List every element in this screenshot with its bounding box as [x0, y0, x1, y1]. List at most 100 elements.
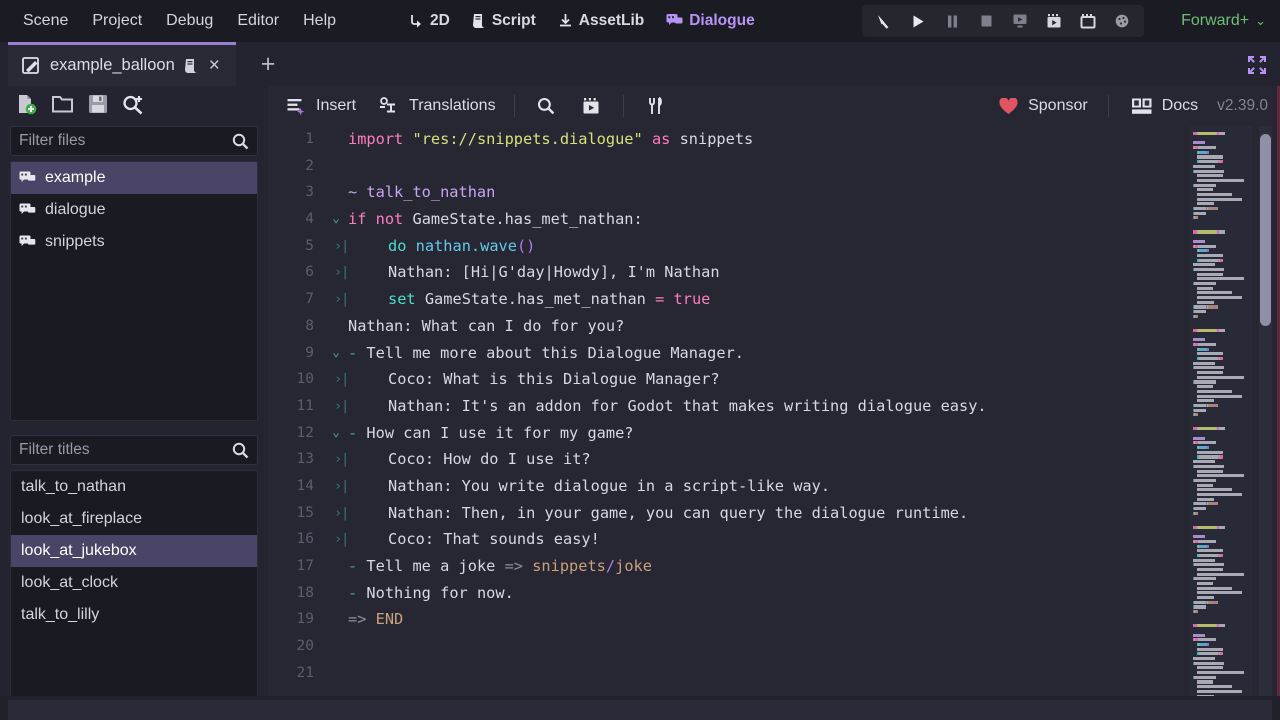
- minimap-line: [1193, 263, 1252, 266]
- search-icon[interactable]: [232, 442, 249, 459]
- menu-item-debug[interactable]: Debug: [155, 7, 224, 35]
- stop-icon[interactable]: [970, 7, 1002, 35]
- title-item-look-at-clock[interactable]: look_at_clock: [11, 567, 257, 599]
- minimap-line: [1197, 671, 1252, 674]
- tab-example-balloon[interactable]: example_balloon ×: [8, 42, 236, 86]
- minimap-line: [1193, 320, 1252, 323]
- titles-filter-field[interactable]: Filter titles: [10, 435, 258, 465]
- title-label: look_at_clock: [21, 574, 118, 592]
- close-icon[interactable]: ×: [207, 56, 222, 75]
- docs-button[interactable]: Docs: [1120, 89, 1207, 123]
- minimap-line: [1197, 352, 1252, 355]
- find-add-icon[interactable]: [122, 94, 144, 115]
- mode-button-script[interactable]: Script: [463, 7, 545, 35]
- editor-scrollbar[interactable]: [1259, 126, 1272, 696]
- file-item-dialogue[interactable]: dialogue: [11, 194, 257, 226]
- line-number: 15: [268, 500, 314, 527]
- title-item-look-at-jukebox[interactable]: look_at_jukebox: [11, 535, 257, 567]
- minimap-line: [1197, 591, 1252, 594]
- pause-icon[interactable]: [936, 7, 968, 35]
- mode-button-dialogue[interactable]: Dialogue: [657, 7, 763, 35]
- renderer-label: Forward+: [1181, 12, 1249, 30]
- movie-writer-icon[interactable]: [1072, 7, 1104, 35]
- files-filter-field[interactable]: Filter files: [10, 126, 258, 156]
- fold-arrow-icon[interactable]: ⌄: [328, 420, 344, 447]
- file-actions-toolbar: [0, 86, 268, 122]
- minimap-line: [1193, 141, 1252, 144]
- left-sidebar: Filter files example dialogue: [0, 86, 268, 696]
- code-minimap[interactable]: [1190, 126, 1252, 696]
- editor-mode-switcher: 2D Script AssetLib Dialogue: [400, 0, 764, 42]
- test-dialogue-button[interactable]: [570, 89, 614, 123]
- minimap-line: [1197, 179, 1252, 182]
- title-label: look_at_fireplace: [21, 510, 142, 528]
- line-number: 14: [268, 473, 314, 500]
- title-item-look-at-fireplace[interactable]: look_at_fireplace: [11, 503, 257, 535]
- file-item-snippets[interactable]: snippets: [11, 226, 257, 258]
- code-text: - Tell me a joke => snippets/joke: [348, 553, 652, 580]
- code-text: - Nothing for now.: [348, 580, 514, 607]
- mode-button-2d[interactable]: 2D: [400, 7, 459, 35]
- title-label: talk_to_lilly: [21, 606, 99, 624]
- menu-item-help[interactable]: Help: [292, 7, 347, 35]
- docs-label: Docs: [1162, 97, 1198, 115]
- menu-item-project[interactable]: Project: [81, 7, 153, 35]
- minimap-line: [1197, 151, 1252, 154]
- version-label: v2.39.0: [1211, 97, 1268, 115]
- search-button[interactable]: [524, 89, 568, 123]
- translations-button[interactable]: Translations: [367, 89, 505, 123]
- renderer-selector[interactable]: Forward+ ⌄: [1181, 0, 1266, 42]
- play-custom-scene-icon[interactable]: [1038, 7, 1070, 35]
- line-number: 18: [268, 580, 314, 607]
- translations-icon: [376, 94, 402, 118]
- toolbar-divider: [1108, 95, 1109, 117]
- file-item-example[interactable]: example: [11, 162, 257, 194]
- titles-filter-placeholder: Filter titles: [19, 441, 232, 459]
- run-project-icon[interactable]: [868, 7, 900, 35]
- search-icon[interactable]: [232, 133, 249, 150]
- code-editor[interactable]: 1import "res://snippets.dialogue" as sni…: [268, 126, 1280, 696]
- menu-item-scene[interactable]: Scene: [12, 7, 79, 35]
- settings-button[interactable]: [633, 89, 677, 123]
- minimap-line: [1197, 348, 1252, 351]
- title-label: talk_to_nathan: [21, 478, 126, 496]
- script-icon[interactable]: [184, 58, 198, 74]
- minimap-line: [1193, 535, 1252, 538]
- add-tab-button[interactable]: +: [250, 42, 286, 86]
- title-item-talk-to-nathan[interactable]: talk_to_nathan: [11, 471, 257, 503]
- minimap-line: [1193, 184, 1252, 187]
- remote-debug-icon[interactable]: [1106, 7, 1138, 35]
- minimap-line: [1193, 620, 1252, 623]
- minimap-line: [1197, 287, 1252, 290]
- play-icon[interactable]: [902, 7, 934, 35]
- code-text: do nathan.wave(): [388, 233, 535, 260]
- minimap-line: [1197, 254, 1252, 257]
- line-number: 6: [268, 259, 314, 286]
- tab-title: example_balloon: [50, 56, 175, 75]
- save-icon[interactable]: [88, 94, 108, 114]
- minimap-line: [1193, 634, 1252, 637]
- menu-item-editor[interactable]: Editor: [226, 7, 290, 35]
- mode-button-assetlib[interactable]: AssetLib: [549, 7, 653, 35]
- scrollbar-thumb[interactable]: [1260, 134, 1271, 326]
- new-file-icon[interactable]: [16, 93, 38, 115]
- minimap-line: [1197, 301, 1252, 304]
- minimap-line: [1193, 338, 1252, 341]
- expand-icon[interactable]: [1244, 52, 1270, 78]
- play-scene-icon[interactable]: [1004, 7, 1036, 35]
- fold-arrow-icon[interactable]: ⌄: [328, 206, 344, 233]
- minimap-line: [1193, 413, 1252, 416]
- sponsor-button[interactable]: Sponsor: [986, 89, 1097, 123]
- insert-button[interactable]: Insert: [274, 89, 365, 123]
- minimap-line: [1193, 305, 1252, 308]
- file-label: example: [45, 169, 105, 187]
- minimap-line: [1193, 380, 1252, 383]
- tools-icon: [642, 94, 668, 118]
- play-scene-icon: [579, 94, 605, 118]
- title-item-talk-to-lilly[interactable]: talk_to_lilly: [11, 599, 257, 631]
- open-folder-icon[interactable]: [52, 94, 74, 114]
- fold-arrow-icon[interactable]: ⌄: [328, 340, 344, 367]
- minimap-line: [1193, 512, 1252, 515]
- minimap-line: [1193, 629, 1252, 632]
- minimap-line: [1197, 587, 1252, 590]
